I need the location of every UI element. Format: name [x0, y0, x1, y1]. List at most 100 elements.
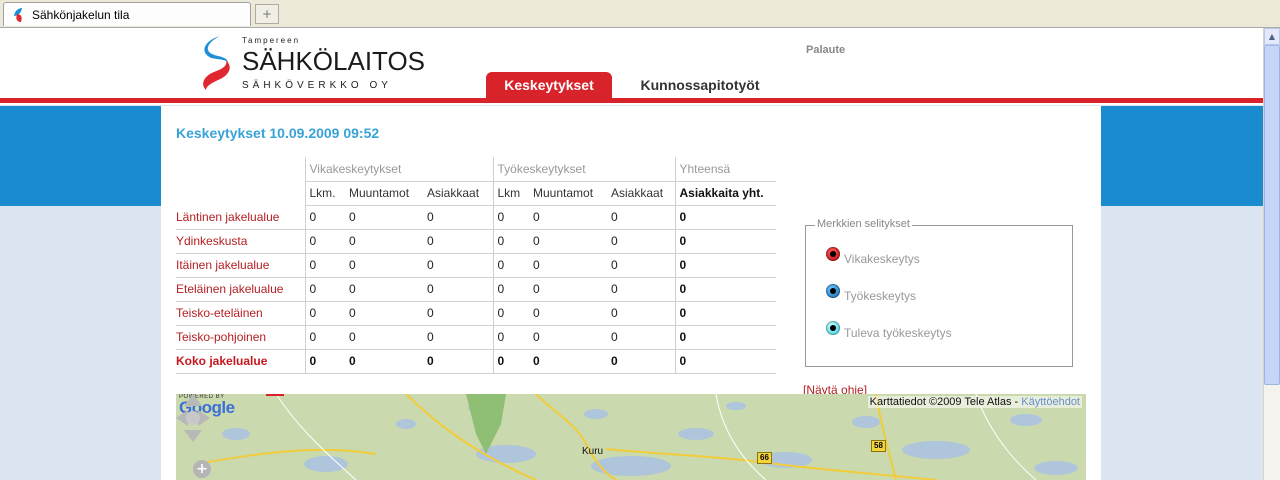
- table-cell: 0: [304, 253, 345, 278]
- table-cell: 0: [345, 301, 423, 326]
- table-cell: 0: [529, 325, 607, 350]
- pan-control-icon[interactable]: [176, 394, 210, 442]
- table-cell: 0: [423, 277, 493, 302]
- browser-tab-bar: Sähkönjakelun tila +: [0, 0, 1280, 28]
- table-cell-total: 0: [674, 349, 776, 374]
- blue-marker-icon: [826, 284, 840, 298]
- table-cell: 0: [304, 325, 345, 350]
- table-group-header: Vikakeskeytykset Työkeskeytykset Yhteens…: [176, 157, 776, 182]
- area-link[interactable]: Läntinen jakelualue: [176, 205, 305, 230]
- column-header: Muuntamot: [529, 181, 607, 206]
- column-header: Muuntamot: [345, 181, 423, 206]
- table-cell: 0: [529, 229, 607, 254]
- map-copyright-text: Karttatiedot ©2009 Tele Atlas -: [869, 396, 1019, 408]
- table-cell: 0: [423, 325, 493, 350]
- legend-box: Merkkien selitykset Vikakeskeytys Työkes…: [805, 218, 1073, 367]
- area-link[interactable]: Ydinkeskusta: [176, 229, 305, 254]
- area-link[interactable]: Teisko-eteläinen: [176, 301, 305, 326]
- table-cell: 0: [423, 349, 493, 374]
- table-row: Läntinen jakelualue 0 0 0 0 0 0 0: [176, 205, 776, 230]
- browser-tab-title: Sähkönjakelun tila: [32, 7, 130, 22]
- table-cell: 0: [345, 349, 423, 374]
- table-cell: 0: [423, 253, 493, 278]
- table-cell: 0: [607, 253, 675, 278]
- tab-kunnossapitotyot[interactable]: Kunnossapitotyöt: [628, 72, 772, 98]
- favicon-icon: [12, 8, 26, 22]
- table-cell: 0: [607, 301, 675, 326]
- table-cell-total: 0: [674, 253, 776, 278]
- site-logo[interactable]: Tampereen SÄHKÖLAITOS SÄHKÖVERKKO OY: [198, 34, 425, 94]
- table-cell: 0: [607, 349, 675, 374]
- page: Tampereen SÄHKÖLAITOS SÄHKÖVERKKO OY Pal…: [0, 28, 1263, 480]
- legend-label: Vikakeskeytys: [844, 252, 920, 266]
- legend-item-future: Tuleva työkeskeytys: [826, 321, 952, 340]
- legend-item-fault: Vikakeskeytys: [826, 247, 920, 266]
- table-cell-total: 0: [674, 325, 776, 350]
- table-cell: 0: [345, 253, 423, 278]
- browser-tab[interactable]: Sähkönjakelun tila: [3, 2, 251, 26]
- page-title: Keskeytykset 10.09.2009 09:52: [176, 125, 380, 141]
- area-link[interactable]: Itäinen jakelualue: [176, 253, 305, 278]
- map[interactable]: Kuru 66 58 Karttatiedot ©2009 Tele Atlas…: [176, 394, 1086, 480]
- group-header-fault: Vikakeskeytykset: [304, 157, 493, 182]
- column-header: Lkm: [492, 181, 529, 206]
- table-cell: 0: [423, 301, 493, 326]
- table-summary-row: Koko jakelualue 0 0 0 0 0 0 0: [176, 349, 776, 374]
- table-cell: 0: [492, 349, 529, 374]
- area-link[interactable]: Teisko-pohjoinen: [176, 325, 305, 350]
- group-header-work: Työkeskeytykset: [492, 157, 675, 182]
- cyan-marker-icon: [826, 321, 840, 335]
- table-cell: 0: [304, 277, 345, 302]
- table-row: Ydinkeskusta 0 0 0 0 0 0 0: [176, 229, 776, 254]
- table-cell: 0: [529, 301, 607, 326]
- road-66-shield: 66: [757, 452, 772, 464]
- column-header: Lkm.: [304, 181, 345, 206]
- road-58-shield: 58: [871, 440, 886, 452]
- table-cell: 0: [607, 277, 675, 302]
- site-header: Tampereen SÄHKÖLAITOS SÄHKÖVERKKO OY Pal…: [0, 28, 1263, 98]
- table-cell: 0: [304, 301, 345, 326]
- tab-keskeytykset[interactable]: Keskeytykset: [486, 72, 612, 98]
- legend-title: Merkkien selitykset: [815, 218, 912, 230]
- map-terms-link[interactable]: Käyttöehdot: [1021, 396, 1080, 408]
- logo-sub-text: SÄHKÖVERKKO OY: [242, 80, 392, 91]
- table-cell: 0: [304, 229, 345, 254]
- table-cell-total: 0: [674, 301, 776, 326]
- scroll-up-icon[interactable]: ▲: [1264, 28, 1280, 45]
- logo-swirl-icon: [203, 36, 230, 90]
- table-subheader: Lkm. Muuntamot Asiakkaat Lkm Muuntamot A…: [176, 181, 776, 206]
- area-link-total[interactable]: Koko jakelualue: [176, 349, 305, 374]
- table-cell: 0: [423, 205, 493, 230]
- table-cell: 0: [529, 277, 607, 302]
- map-copyright: Karttatiedot ©2009 Tele Atlas - Käyttöeh…: [867, 396, 1082, 408]
- table-cell: 0: [529, 253, 607, 278]
- table-cell: 0: [492, 229, 529, 254]
- red-marker-icon: [826, 247, 840, 261]
- table-cell: 0: [345, 229, 423, 254]
- table-cell: 0: [423, 229, 493, 254]
- zoom-in-button[interactable]: +: [193, 460, 211, 478]
- table-cell: 0: [607, 205, 675, 230]
- scroll-thumb[interactable]: [1264, 45, 1280, 385]
- table-cell: 0: [529, 349, 607, 374]
- logo-small-text: Tampereen: [242, 36, 301, 45]
- feedback-link[interactable]: Palaute: [806, 44, 845, 56]
- table-cell: 0: [492, 253, 529, 278]
- table-cell: 0: [492, 205, 529, 230]
- area-link[interactable]: Eteläinen jakelualue: [176, 277, 305, 302]
- main-content: Keskeytykset 10.09.2009 09:52 Vikakeskey…: [161, 106, 1101, 480]
- legend-label: Työkeskeytys: [844, 289, 917, 303]
- group-header-total: Yhteensä: [674, 157, 776, 182]
- table-row: Teisko-eteläinen 0 0 0 0 0 0 0: [176, 301, 776, 326]
- column-header: Asiakkaita yht.: [674, 181, 776, 206]
- legend-item-work: Työkeskeytys: [826, 284, 917, 303]
- vertical-scrollbar[interactable]: ▲: [1263, 28, 1280, 480]
- legend-label: Tuleva työkeskeytys: [844, 326, 952, 340]
- map-place-label: Kuru: [582, 446, 604, 457]
- outage-table: Vikakeskeytykset Työkeskeytykset Yhteens…: [176, 157, 776, 374]
- table-cell: 0: [607, 325, 675, 350]
- column-header: Asiakkaat: [423, 181, 493, 206]
- header-red-bar: [0, 98, 1263, 105]
- new-tab-button[interactable]: +: [255, 4, 279, 24]
- logo-main-text: SÄHKÖLAITOS: [242, 46, 426, 76]
